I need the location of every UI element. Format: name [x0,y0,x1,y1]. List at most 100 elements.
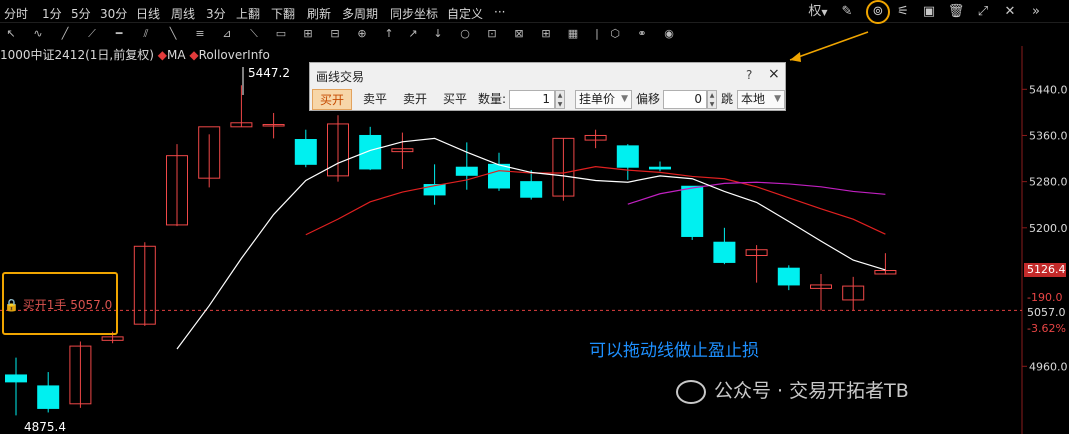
ma-purple-line [627,181,886,205]
candle-body [681,185,704,237]
rect-icon[interactable]: ▭ [273,26,289,42]
candle-body [166,155,188,226]
legend-dot-icon: ◆ [157,48,167,62]
candle-body [874,270,897,275]
account-value: 本地 [741,92,766,106]
quantity-stepper[interactable]: ▲ ▼ [555,90,565,109]
dialog-close-button[interactable]: × [768,66,780,82]
period-30m[interactable]: 30分 [100,5,127,22]
last-price-tag: 5126.4 [1024,263,1066,277]
grid-icon[interactable]: ⊞ [538,26,554,42]
sync-axis-button[interactable]: 同步坐标 [390,5,438,22]
cursor-icon[interactable]: ↖ [3,26,19,42]
hint-text: 可以拖动线做止盈止损 [589,341,759,361]
arrow-up-icon[interactable]: ↑ [381,26,397,42]
period-3m[interactable]: 3分 [206,5,226,22]
segment-icon[interactable]: ╱ [57,26,73,42]
link-icon[interactable]: ⚭ [634,26,650,42]
calendar-icon[interactable]: ▦ [565,26,581,42]
candle-body [327,123,349,177]
gann-icon[interactable]: ⊿ [219,26,235,42]
line-trade-dialog: 画线交易 ? × 买开 卖平 卖开 买平 数量: 1 ▲ ▼ 挂单价 ▼ 偏移 0 … [309,62,786,111]
offset-stepper[interactable]: ▲ ▼ [707,90,717,109]
wechat-icon [676,379,706,404]
eye-icon[interactable]: ◉ [661,26,677,42]
polyline-icon[interactable]: ∿ [30,26,46,42]
fib-icon[interactable]: ⊞ [300,26,316,42]
arrow-up-right-icon[interactable]: ↗ [405,26,421,42]
annotation-arrowhead [790,52,801,62]
ma-short-line [176,137,886,350]
order-type-value: 挂单价 [579,92,616,106]
offset-field[interactable]: 0 [663,90,707,109]
buy-close-button[interactable]: 买平 [436,89,474,110]
text-icon[interactable]: ⊠ [511,26,527,42]
legend-rollover[interactable]: RolloverInfo [199,48,270,62]
fullscreen-icon[interactable]: ⤢ [974,3,992,21]
candle-body [294,139,317,165]
order-price-tag: 5057.0 [1027,306,1066,319]
candle-body [101,336,124,341]
order-type-select[interactable]: 挂单价 ▼ [575,90,632,109]
collapse-icon[interactable]: » [1027,3,1045,21]
trash-icon[interactable]: 🗑 [947,3,965,21]
hexagon-icon[interactable]: ⬡ [607,26,623,42]
order-line-label[interactable]: 🔒 买开1手 5057.0 [4,296,112,313]
sell-open-button[interactable]: 卖开 [396,89,434,110]
period-1m[interactable]: 1分 [42,5,62,22]
close-icon[interactable]: ✕ [1001,3,1019,21]
channel-icon[interactable]: ⫽ [138,26,154,42]
cycle-icon[interactable]: ⊟ [327,26,343,42]
ma-long-line [305,166,886,236]
lock-icon: 🔒 [4,298,19,312]
candle-body [810,284,832,289]
help-icon[interactable]: ? [746,68,752,82]
candle-body [745,249,768,257]
parallel-icon[interactable]: ≡ [192,26,208,42]
horizontal-line-icon[interactable]: ━ [111,26,127,42]
wave-icon[interactable]: ⊕ [354,26,370,42]
candle-body [37,385,60,409]
ruler-icon[interactable]: ⊡ [484,26,500,42]
period-minute[interactable]: 分时 [4,5,28,22]
candle-body [133,245,156,325]
layout-icon[interactable]: ▣ [920,3,938,21]
buy-open-button[interactable]: 买开 [312,89,352,110]
sell-close-button[interactable]: 卖平 [356,89,394,110]
caret-down-icon: ▼ [821,8,828,17]
authority-dropdown[interactable]: 权▼ [806,3,830,21]
settings-icon[interactable]: ⚟ [894,3,912,21]
custom-button[interactable]: 自定义 [447,5,483,22]
price-tick-label: 5200.0 [1029,222,1068,235]
candle-body [649,166,671,170]
account-select[interactable]: 本地 ▼ [737,90,785,109]
price-tick-label: 4960.0 [1029,360,1068,373]
trend-icon[interactable]: ⟍ [246,26,262,42]
refresh-button[interactable]: 刷新 [307,5,331,22]
drawing-toolbar: ↖ ∿ ╱ ⟋ ━ ⫽ ╲ ≡ ⊿ ⟍ ▭ ⊞ ⊟ ⊕ ↑ ↗ ↓ ○ ⊡ ⊠ … [0,23,1069,45]
candle-body [359,134,382,170]
page-down-button[interactable]: 下翻 [271,5,295,22]
caret-down-icon: ▼ [774,94,781,104]
change-tag: -190.0 [1027,291,1063,304]
chart-window: 分时 1分 5分 30分 日线 周线 3分 上翻 下翻 刷新 多周期 同步坐标 … [0,0,1069,434]
legend-ma[interactable]: MA [167,48,186,62]
line-tool-icon[interactable]: ╲ [165,26,181,42]
pen-icon[interactable]: ✎ [838,3,856,21]
order-line-icon[interactable]: ⊚ [866,0,890,24]
separator-icon: | [595,27,599,40]
more-button[interactable]: ··· [494,5,505,19]
period-5m[interactable]: 5分 [71,5,91,22]
arrow-down-icon[interactable]: ↓ [430,26,446,42]
multi-period-button[interactable]: 多周期 [342,5,378,22]
circle-icon[interactable]: ○ [457,26,473,42]
caret-down-icon: ▼ [621,94,628,104]
price-tick-label: 5360.0 [1029,129,1068,142]
quantity-field[interactable]: 1 [509,90,555,109]
page-up-button[interactable]: 上翻 [236,5,260,22]
period-daily[interactable]: 日线 [136,5,160,22]
quantity-label: 数量: [477,92,507,106]
high-price-label: 5447.2 [248,66,290,80]
ray-icon[interactable]: ⟋ [84,26,100,42]
period-weekly[interactable]: 周线 [171,5,195,22]
